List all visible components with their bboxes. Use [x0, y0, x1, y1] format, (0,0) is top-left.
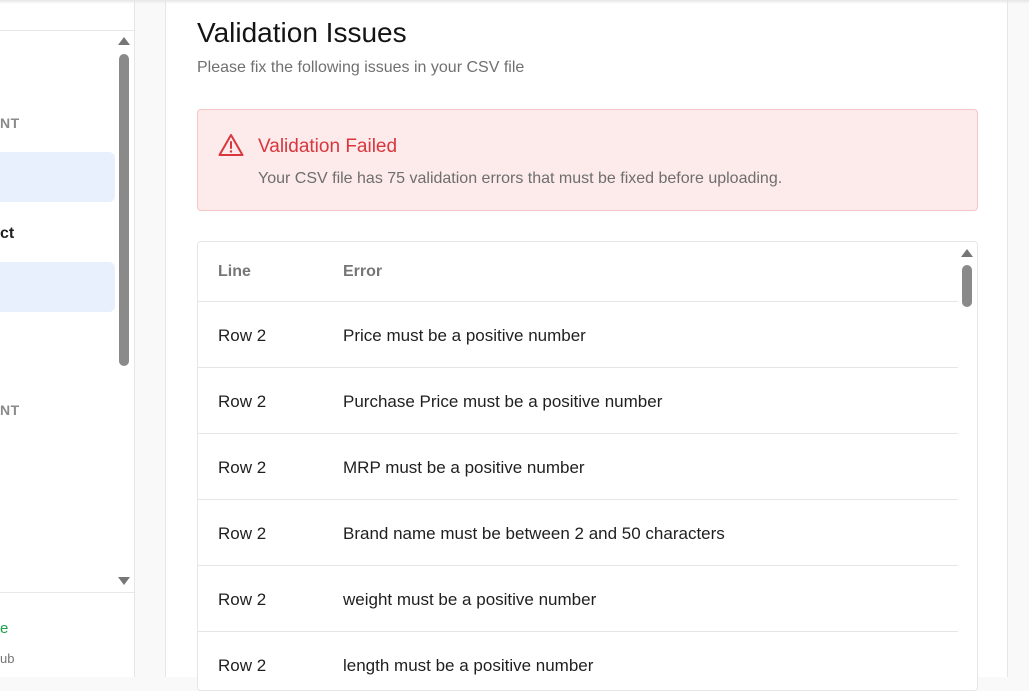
top-shadow	[0, 0, 1029, 4]
sidebar-section-label: NT	[0, 115, 20, 131]
cell-error: Brand name must be between 2 and 50 char…	[343, 524, 725, 543]
scroll-down-arrow-icon[interactable]	[118, 577, 130, 585]
cell-line: Row 2	[218, 590, 267, 609]
cell-line: Row 2	[218, 656, 267, 675]
table-scrollbar[interactable]	[958, 242, 977, 690]
sidebar-status-text: e	[0, 620, 9, 637]
sidebar-item-highlighted[interactable]	[0, 152, 115, 202]
table-row: Row 2 length must be a positive number	[198, 632, 958, 690]
alert-message: Your CSV file has 75 validation errors t…	[258, 170, 783, 187]
column-header-error: Error	[343, 263, 383, 280]
scroll-up-arrow-icon[interactable]	[961, 249, 973, 257]
sidebar: NT ct NT e ub	[0, 0, 135, 677]
sidebar-scrollbar[interactable]	[116, 32, 134, 592]
table-row: Row 2 Price must be a positive number	[198, 302, 958, 368]
warning-triangle-icon	[218, 134, 244, 156]
page-title: Validation Issues	[197, 17, 407, 48]
sidebar-item-label[interactable]: ct	[0, 225, 14, 243]
alert-title: Validation Failed	[258, 136, 398, 157]
table-row: Row 2 weight must be a positive number	[198, 566, 958, 632]
sidebar-bottom-divider	[0, 592, 134, 593]
sidebar-sub-text: ub	[0, 651, 15, 666]
cell-line: Row 2	[218, 524, 267, 543]
cell-error: Price must be a positive number	[343, 326, 586, 345]
cell-error: MRP must be a positive number	[343, 458, 585, 477]
column-header-line: Line	[218, 263, 251, 280]
sidebar-scrollbar-thumb[interactable]	[119, 54, 129, 366]
table-header: Line Error	[198, 242, 958, 302]
sidebar-section-label: NT	[0, 402, 20, 418]
cell-line: Row 2	[218, 392, 267, 411]
cell-line: Row 2	[218, 326, 267, 345]
cell-error: weight must be a positive number	[343, 590, 597, 609]
validation-panel: Validation Issues Please fix the followi…	[165, 0, 1008, 691]
cell-line: Row 2	[218, 458, 267, 477]
table-row: Row 2 MRP must be a positive number	[198, 434, 958, 500]
table-row: Row 2 Brand name must be between 2 and 5…	[198, 500, 958, 566]
scroll-up-arrow-icon[interactable]	[118, 37, 130, 45]
sidebar-top-divider	[0, 30, 134, 31]
table-scrollbar-thumb[interactable]	[962, 265, 972, 307]
sidebar-item-highlighted[interactable]	[0, 262, 115, 312]
cell-error: Purchase Price must be a positive number	[343, 392, 663, 411]
errors-table: Line Error Row 2 Price must be a positiv…	[197, 241, 978, 691]
page-subtitle: Please fix the following issues in your …	[197, 59, 525, 76]
cell-error: length must be a positive number	[343, 656, 594, 675]
table-row: Row 2 Purchase Price must be a positive …	[198, 368, 958, 434]
error-alert: Validation Failed Your CSV file has 75 v…	[197, 109, 978, 211]
